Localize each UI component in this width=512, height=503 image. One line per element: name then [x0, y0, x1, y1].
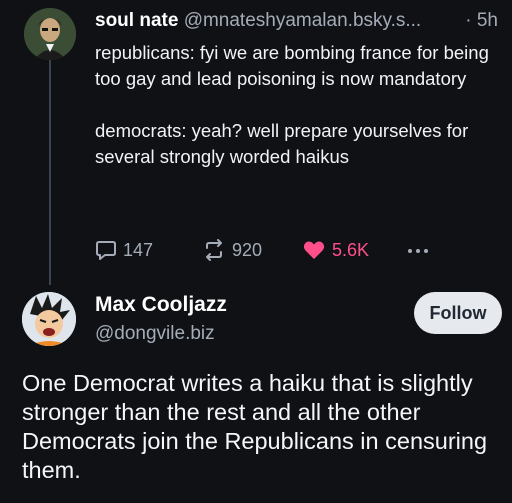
reply-count: 147 [123, 239, 154, 260]
thread-connector-line [49, 60, 51, 285]
cartoon-avatar-image [22, 292, 76, 346]
post-text: One Democrat writes a haiku that is slig… [22, 370, 488, 483]
repost-icon [206, 239, 222, 261]
avatar[interactable] [22, 292, 76, 346]
author-handle[interactable]: @mnateshyamalan.bsky.s... [184, 10, 422, 31]
post-paragraph: republicans: fyi we are bombing france f… [95, 42, 489, 89]
post-paragraph: democrats: yeah? well prepare yourselves… [95, 120, 469, 167]
more-icon [408, 249, 428, 253]
author-name[interactable]: Max Cooljazz [95, 293, 227, 317]
repost-count: 920 [232, 239, 263, 260]
post-timestamp[interactable]: · 5h [465, 8, 498, 34]
author-name[interactable]: soul nate [95, 10, 178, 31]
portrait-avatar-image [24, 8, 76, 60]
post-header: soul nate @mnateshyamalan.bsky.s... · 5h [95, 8, 502, 34]
author-handle[interactable]: @dongvile.biz [95, 323, 215, 345]
like-button[interactable]: 5.6K [302, 236, 369, 264]
repost-button[interactable]: 920 [202, 236, 262, 264]
reply-icon [96, 241, 116, 260]
follow-button[interactable]: Follow [414, 292, 502, 334]
like-icon [303, 241, 325, 259]
avatar[interactable] [24, 8, 76, 60]
post-text: republicans: fyi we are bombing france f… [95, 40, 495, 170]
like-count: 5.6K [332, 239, 370, 260]
reply-button[interactable]: 147 [95, 236, 153, 264]
more-options-button[interactable] [406, 236, 430, 264]
post-actions: 147 920 5.6K [95, 236, 495, 264]
